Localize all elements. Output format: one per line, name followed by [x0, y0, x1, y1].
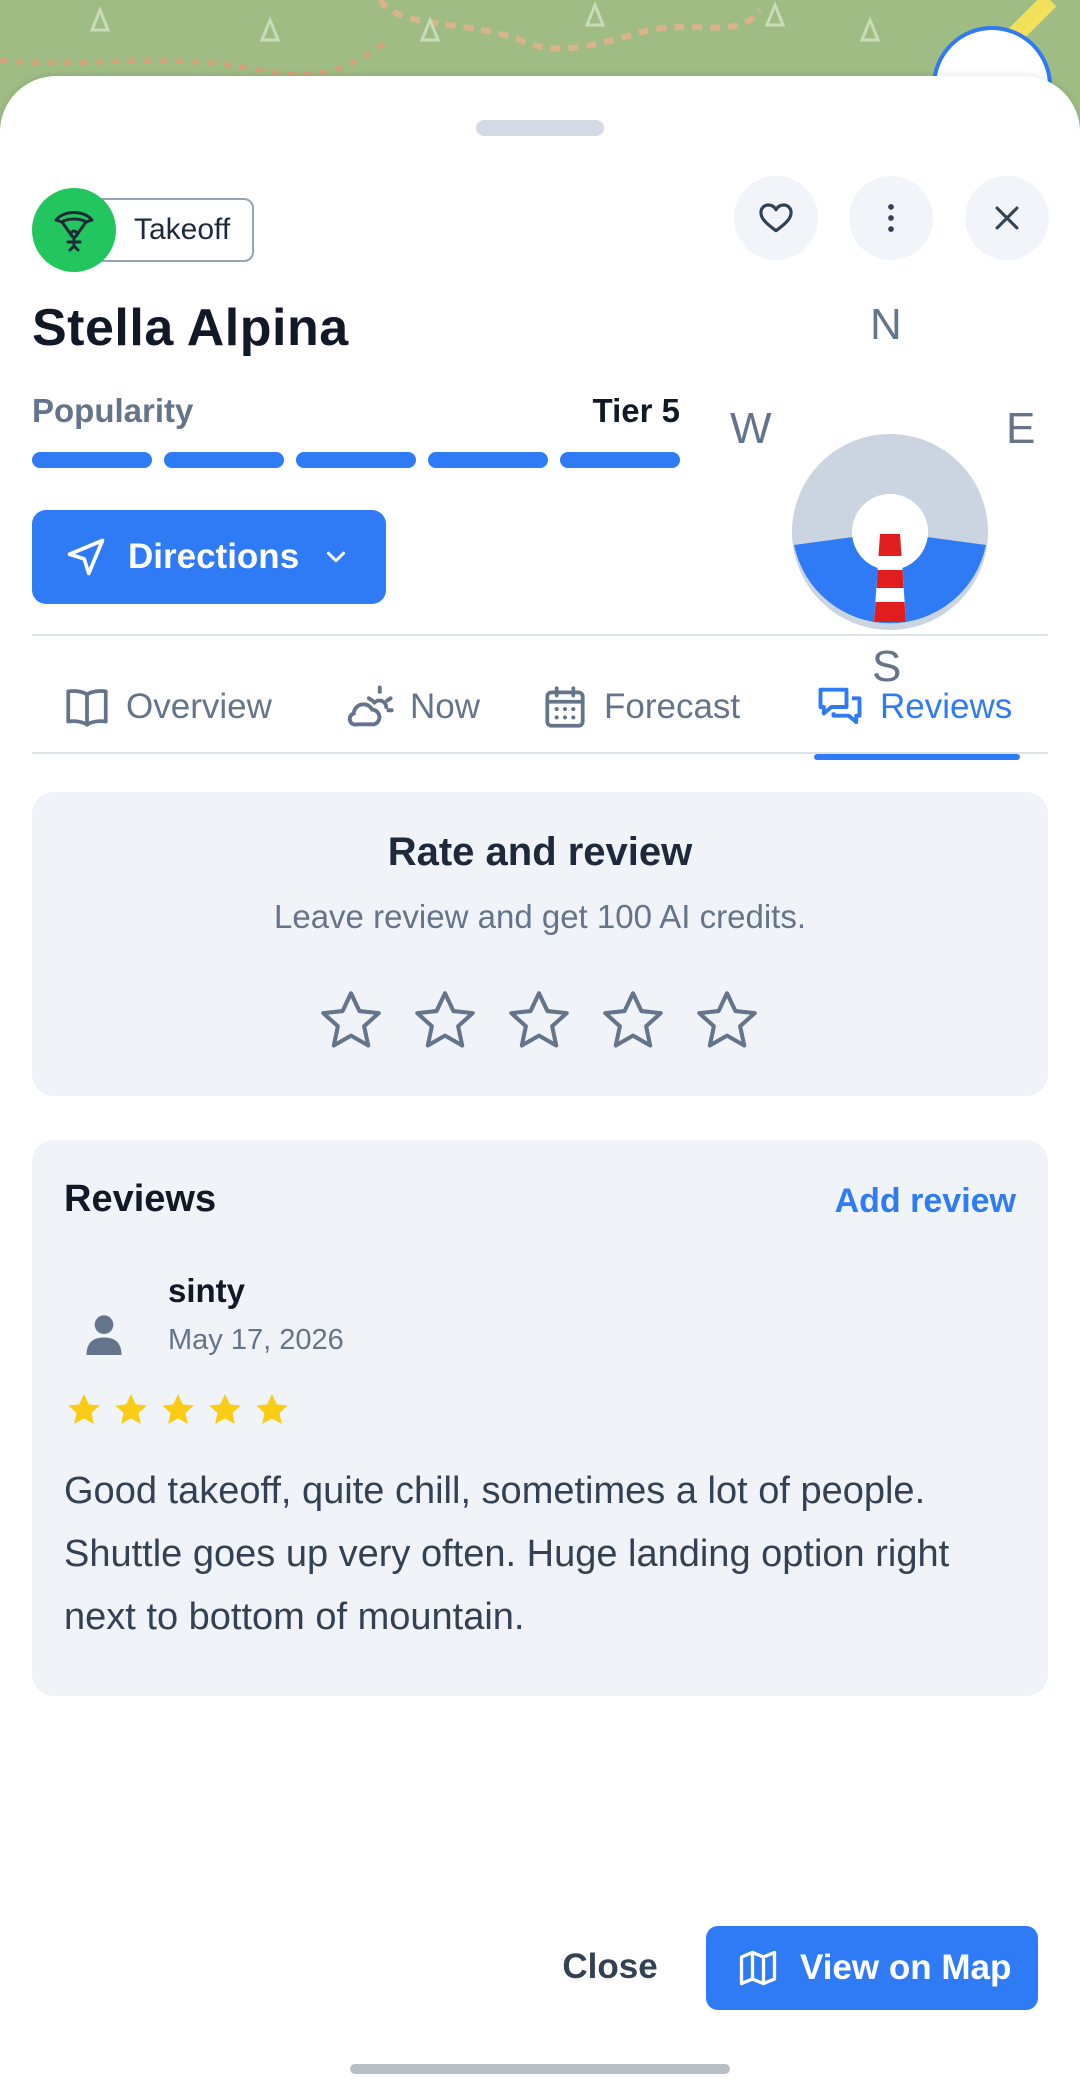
review-rating [64, 1390, 292, 1430]
rating-input [316, 986, 762, 1056]
rate-card-subtitle: Leave review and get 100 AI credits. [274, 898, 806, 935]
user-avatar-icon [86, 1315, 122, 1355]
star-filled-icon [209, 1394, 241, 1424]
add-review-link[interactable]: Add review [835, 1182, 1016, 1221]
paraglider-icon [32, 188, 116, 272]
navigation-arrow-icon [67, 538, 105, 576]
tab-now[interactable]: Now [344, 656, 480, 758]
popularity-segment [428, 452, 548, 468]
popularity-segment [32, 452, 152, 468]
star-outline-icon[interactable] [692, 986, 762, 1056]
review-date: May 17, 2026 [168, 1324, 344, 1356]
star-filled-icon [115, 1394, 147, 1424]
map-icon [739, 1950, 777, 1986]
tabs-divider [32, 752, 1048, 754]
compass-north-label: N [870, 300, 902, 349]
spot-detail-sheet: Takeoff Stella Alpina Popularity Tier 5 … [0, 76, 1080, 2090]
active-tab-indicator [814, 754, 1020, 760]
star-outline-icon[interactable] [598, 986, 668, 1056]
tab-overview[interactable]: Overview [62, 656, 272, 758]
section-tabs: Overview Now Forecast Reviews [32, 656, 1048, 760]
heart-icon [759, 203, 793, 233]
wind-direction-compass: N W E S [730, 296, 1060, 696]
book-icon [66, 689, 108, 727]
reviews-heading: Reviews [64, 1178, 217, 1220]
tab-overview-label: Overview [126, 687, 272, 726]
spot-type-label: Takeoff [92, 198, 255, 262]
directions-label: Directions [128, 537, 300, 576]
compass-east-label: E [1006, 404, 1036, 453]
partly-sunny-icon [347, 685, 394, 727]
popularity-segment [296, 452, 416, 468]
popularity-tier: Tier 5 [592, 392, 680, 429]
more-options-button[interactable] [849, 176, 933, 260]
popularity-label: Popularity [32, 392, 194, 429]
close-icon [995, 206, 1019, 230]
popularity-segment [164, 452, 284, 468]
reviews-card: Reviews Add review sinty May 17, 2026 Go… [32, 1140, 1048, 1696]
rate-review-card: Rate and review Leave review and get 100… [32, 792, 1048, 1096]
rate-card-title: Rate and review [387, 830, 693, 874]
view-on-map-button[interactable]: View on Map [706, 1926, 1038, 2010]
popularity-segment [560, 452, 680, 468]
chat-bubbles-icon [818, 687, 862, 725]
tab-forecast[interactable]: Forecast [540, 656, 740, 758]
popularity-meter [32, 452, 680, 468]
calendar-icon [545, 686, 585, 728]
review-text: Good takeoff, quite chill, sometimes a l… [64, 1470, 950, 1638]
directions-button[interactable]: Directions [32, 510, 386, 604]
close-button[interactable]: Close [550, 1932, 670, 2002]
more-vertical-icon [888, 204, 894, 232]
star-filled-icon [256, 1394, 288, 1424]
compass-west-label: W [730, 404, 772, 453]
view-on-map-label: View on Map [800, 1948, 1012, 1987]
chevron-down-icon [321, 542, 351, 572]
spot-type-chip: Takeoff [32, 188, 255, 272]
tab-now-label: Now [410, 687, 481, 726]
star-filled-icon [162, 1394, 194, 1424]
close-sheet-button[interactable] [965, 176, 1049, 260]
review-author: sinty [168, 1272, 246, 1309]
home-indicator [350, 2064, 730, 2074]
star-outline-icon[interactable] [504, 986, 574, 1056]
sheet-drag-handle[interactable] [476, 120, 604, 136]
tab-forecast-label: Forecast [604, 687, 741, 726]
tab-reviews-label: Reviews [880, 687, 1013, 726]
tab-reviews[interactable]: Reviews [814, 656, 1012, 758]
star-outline-icon[interactable] [410, 986, 480, 1056]
star-filled-icon [68, 1394, 100, 1424]
star-outline-icon[interactable] [316, 986, 386, 1056]
spot-title: Stella Alpina [32, 299, 349, 357]
header-divider [32, 634, 1048, 636]
favorite-button[interactable] [734, 176, 818, 260]
